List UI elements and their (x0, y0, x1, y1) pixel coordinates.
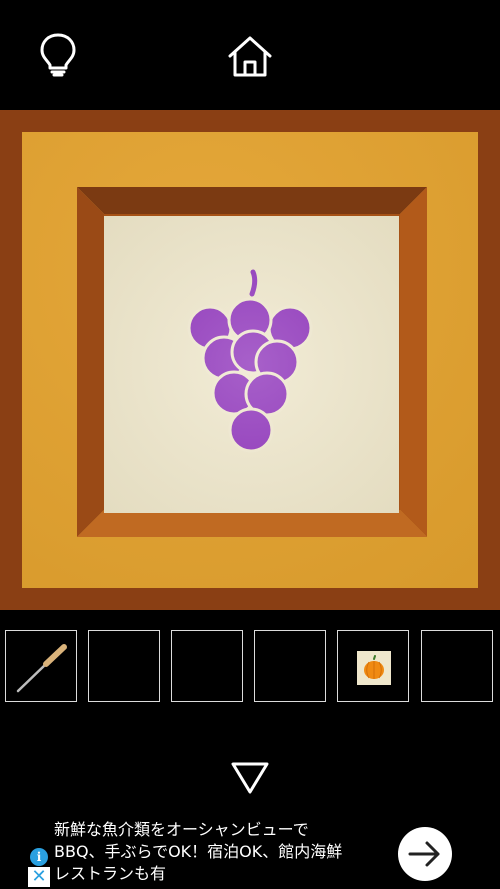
ad-go-button[interactable] (398, 827, 452, 881)
pumpkin-card-icon (357, 651, 391, 685)
game-scene (0, 110, 500, 610)
home-icon[interactable] (226, 34, 274, 78)
ad-text[interactable]: 新鮮な魚介類をオーシャンビューで BBQ、手ぶらでOK！宿泊OK、館内海鮮 レス… (54, 819, 384, 885)
ad-line-1: 新鮮な魚介類をオーシャンビューで (54, 820, 309, 839)
grapes-icon (187, 269, 313, 453)
inventory-slot-1[interactable] (5, 630, 77, 702)
inventory-slot-6[interactable] (421, 630, 493, 702)
inventory-slot-4[interactable] (254, 630, 326, 702)
grape-panel[interactable] (104, 216, 399, 513)
ad-info-icon[interactable]: i (30, 848, 48, 866)
inventory-slot-5[interactable] (337, 630, 409, 702)
right-arrow-icon (408, 841, 440, 867)
top-toolbar (0, 0, 500, 110)
ad-line-3: レストランも有 (54, 864, 167, 883)
ad-line-2: BBQ、手ぶらでOK！宿泊OK、館内海鮮 (54, 842, 343, 861)
ad-close-icon[interactable]: ✕ (28, 867, 50, 887)
inventory-slot-3[interactable] (171, 630, 243, 702)
screwdriver-icon (16, 644, 67, 693)
down-arrow-icon[interactable] (230, 760, 270, 796)
lightbulb-icon[interactable] (38, 32, 78, 78)
inventory-slot-2[interactable] (88, 630, 160, 702)
ad-banner[interactable]: 新鮮な魚介類をオーシャンビューで BBQ、手ぶらでOK！宿泊OK、館内海鮮 レス… (0, 815, 500, 889)
inventory-bar (0, 628, 500, 704)
